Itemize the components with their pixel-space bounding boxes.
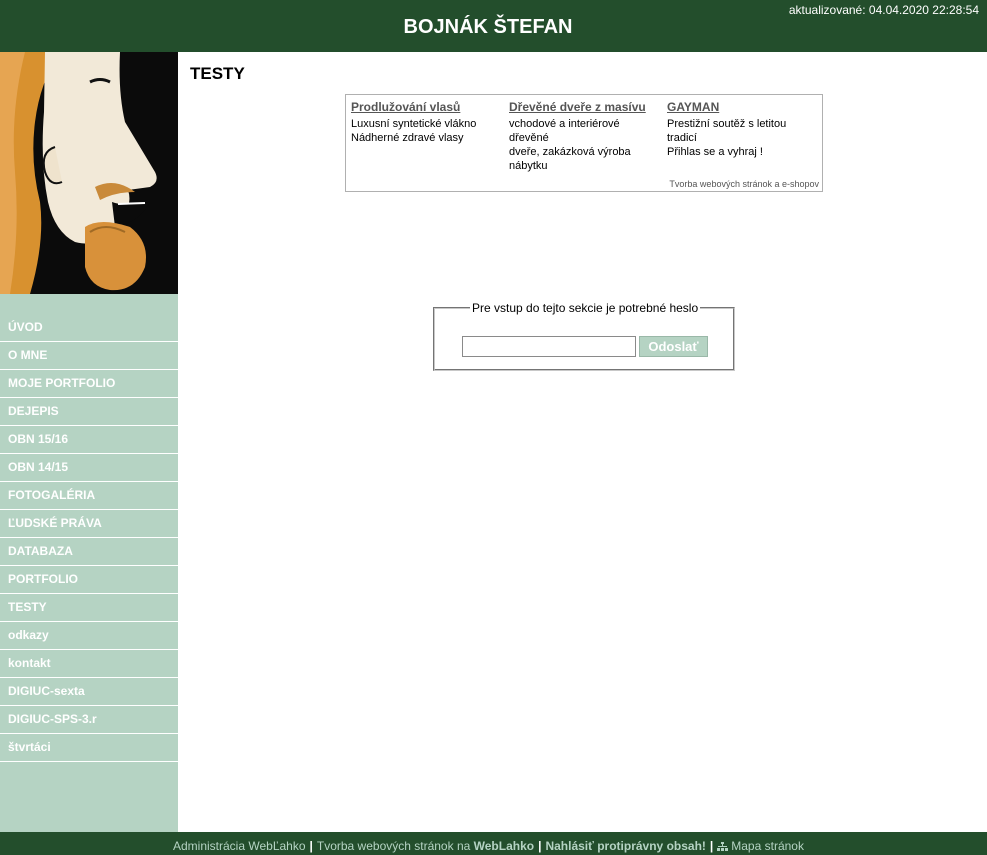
nav-item-portfolio[interactable]: PORTFOLIO (0, 566, 178, 594)
nav-item-ludske-prava[interactable]: ĽUDSKÉ PRÁVA (0, 510, 178, 538)
nav-item-moje-portfolio[interactable]: MOJE PORTFOLIO (0, 370, 178, 398)
nav-item-odkazy[interactable]: odkazy (0, 622, 178, 650)
header: BOJNÁK ŠTEFAN aktualizované: 04.04.2020 … (0, 0, 987, 52)
ad-text: Nádherné zdravé vlasy (351, 132, 464, 144)
nav-item-uvod[interactable]: ÚVOD (0, 314, 178, 342)
submit-button[interactable]: Odoslať (639, 336, 708, 357)
ad-box: Prodlužování vlasů Luxusní syntetické vl… (345, 94, 823, 192)
nav-item-fotogaleria[interactable]: FOTOGALÉRIA (0, 482, 178, 510)
sitemap-link[interactable]: Mapa stránok (731, 839, 804, 853)
last-updated: aktualizované: 04.04.2020 22:28:54 (788, 3, 979, 17)
password-input[interactable] (462, 336, 636, 357)
weblahko-link[interactable]: WebLahko (474, 839, 534, 853)
nav-item-testy[interactable]: TESTY (0, 594, 178, 622)
report-content-link[interactable]: Nahlásiť protiprávny obsah! (545, 839, 705, 853)
password-form: Pre vstup do tejto sekcie je potrebné he… (433, 301, 735, 371)
ads-provider-link[interactable]: Tvorba webových stránok a e-shopov (669, 179, 819, 189)
ad-text: dřevěné (509, 132, 549, 144)
ad-text: Luxusní syntetické vlákno (351, 118, 477, 130)
ad-title-link[interactable]: GAYMAN (667, 100, 817, 114)
footer-tvorba-text: Tvorba webových stránok na (316, 839, 471, 853)
admin-link[interactable]: Administrácia WebĽahko (173, 839, 306, 853)
ad-item: Prodlužování vlasů Luxusní syntetické vl… (351, 100, 501, 145)
footer-separator: | (709, 839, 714, 853)
ad-text: dveře, zakázková výroba (509, 146, 631, 158)
ad-title-link[interactable]: Prodlužování vlasů (351, 100, 501, 114)
page-title: TESTY (190, 64, 245, 83)
ad-text: Přihlas se a vyhraj ! (667, 146, 763, 158)
ad-title-link[interactable]: Dřevěné dveře z masívu (509, 100, 659, 114)
footer-separator: | (538, 839, 542, 853)
footer-links: Administrácia WebĽahko | Tvorba webových s… (173, 839, 804, 853)
password-legend: Pre vstup do tejto sekcie je potrebné he… (472, 301, 699, 315)
sitemap-icon (717, 842, 729, 851)
ad-text: Prestižní soutěž s letitou (667, 118, 787, 130)
site-title: BOJNÁK ŠTEFAN (403, 16, 573, 38)
nav-item-digiuc-sps-3r[interactable]: DIGIUC-SPS-3.r (0, 706, 178, 734)
nav-item-digiuc-sexta[interactable]: DIGIUC-sexta (0, 678, 178, 706)
ad-text: nábytku (509, 160, 548, 172)
nav-item-dejepis[interactable]: DEJEPIS (0, 398, 178, 426)
nav-item-obn-14-15[interactable]: OBN 14/15 (0, 454, 178, 482)
nav-item-o-mne[interactable]: O MNE (0, 342, 178, 370)
sidebar: ÚVOD O MNE MOJE PORTFOLIO DEJEPIS OBN 15… (0, 52, 178, 832)
footer-separator: | (309, 839, 313, 853)
main-navigation: ÚVOD O MNE MOJE PORTFOLIO DEJEPIS OBN 15… (0, 314, 178, 762)
ad-text: tradicí (667, 132, 697, 144)
portrait-image (0, 52, 178, 294)
portrait-drawing (0, 52, 178, 294)
nav-item-stvrtaci[interactable]: štvrtáci (0, 734, 178, 762)
ad-item: GAYMAN Prestižní soutěž s letitou tradic… (667, 100, 817, 159)
ad-item: Dřevěné dveře z masívu vchodové a interi… (509, 100, 659, 173)
nav-item-databaza[interactable]: DATABAZA (0, 538, 178, 566)
footer: Administrácia WebĽahko | Tvorba webových s… (0, 832, 987, 855)
ad-text: vchodové a interiérové (509, 118, 620, 130)
nav-item-obn-15-16[interactable]: OBN 15/16 (0, 426, 178, 454)
nav-item-kontakt[interactable]: kontakt (0, 650, 178, 678)
